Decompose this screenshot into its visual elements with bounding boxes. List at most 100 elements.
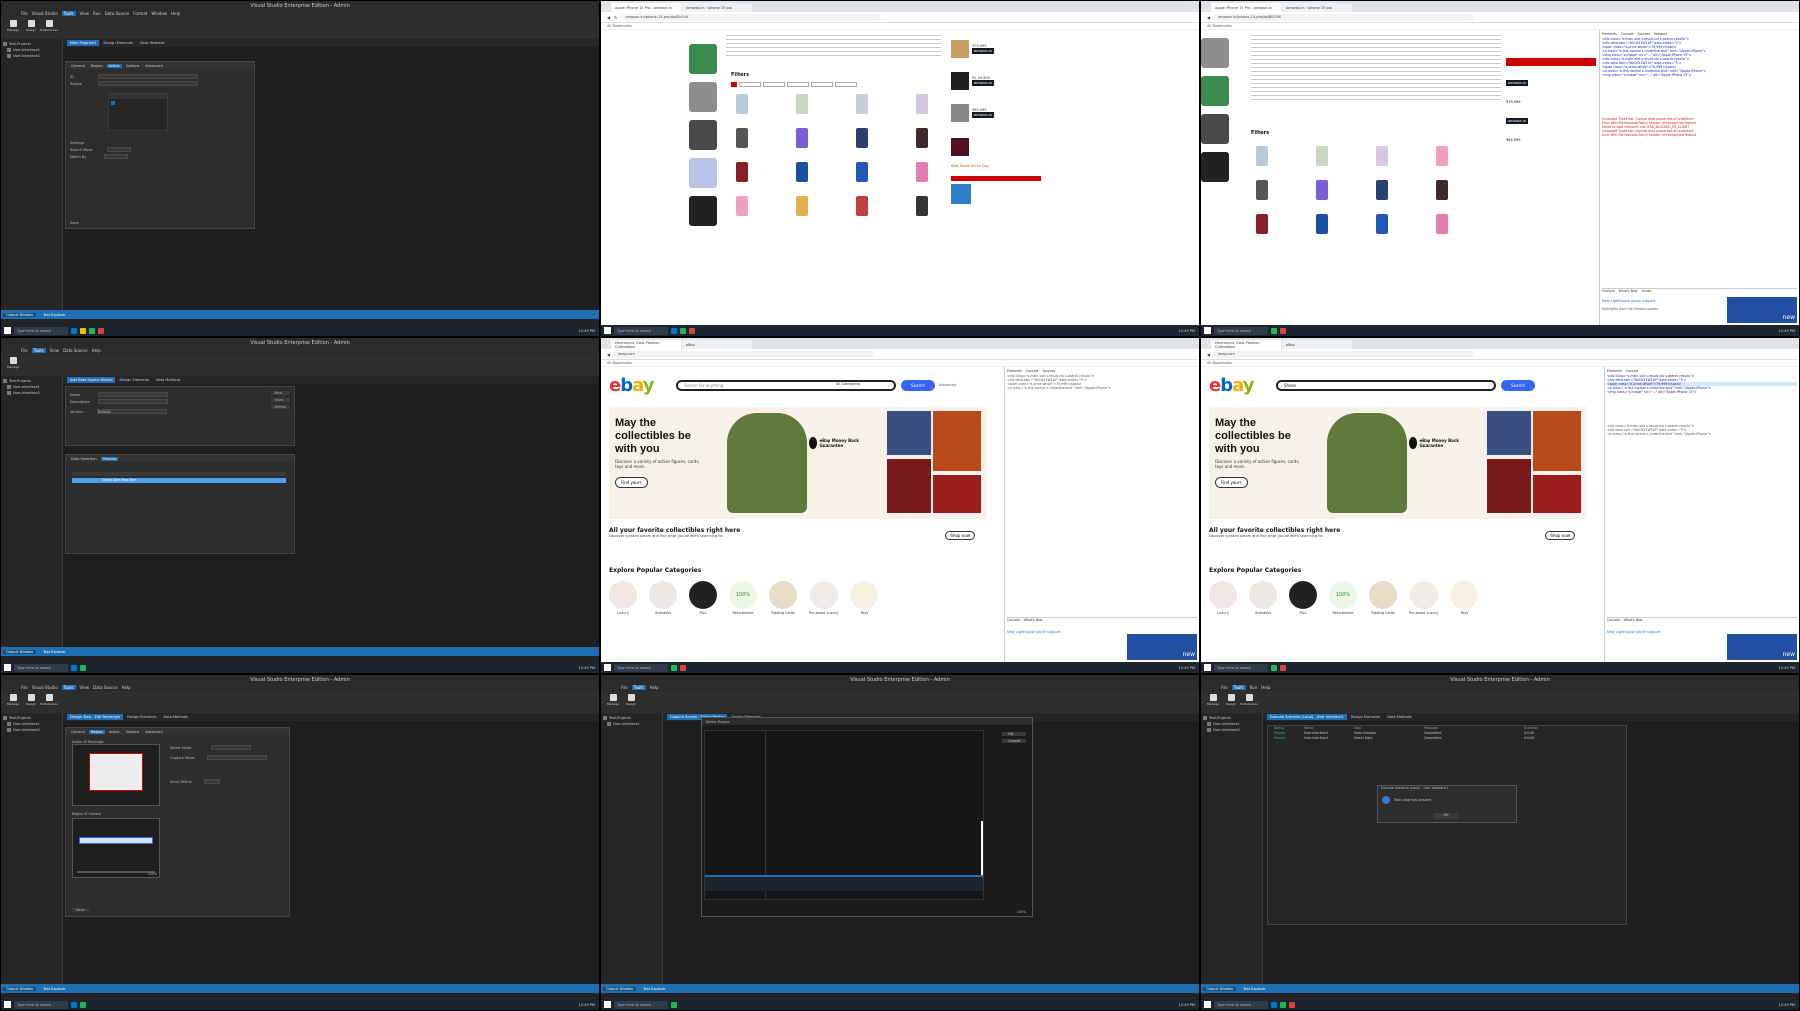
filter-chip[interactable] — [835, 82, 857, 87]
doc-tab[interactable]: Data Methods — [153, 377, 183, 383]
drawer-tab[interactable]: What's New — [1024, 618, 1043, 622]
tab-data-selection[interactable]: Data Selection — [69, 457, 99, 461]
taskbar-search[interactable]: Type here to search — [14, 326, 68, 335]
test-explorer-tab[interactable]: Test Explorer — [640, 987, 669, 991]
whats-new-title[interactable]: New Lighthouse panel support — [1602, 299, 1655, 303]
menu-visual-studio[interactable]: Visual Studio — [32, 11, 58, 16]
url-input[interactable]: ebay.com — [1214, 350, 1475, 358]
phone-image[interactable] — [736, 128, 748, 148]
chrome-icon[interactable] — [680, 664, 686, 671]
category-item[interactable]: Luxury — [1209, 581, 1237, 615]
output-tab[interactable]: Output Window — [3, 312, 37, 317]
taskbar-search[interactable]: Type here to search — [14, 1000, 68, 1009]
save-button[interactable]: Save — [72, 908, 89, 912]
taskbar-search[interactable]: Type here to search — [614, 1000, 668, 1009]
menu-view[interactable]: View — [80, 11, 90, 16]
menu-visual-studio[interactable]: Visual Studio — [32, 685, 58, 690]
manage-button[interactable]: Manage — [1207, 694, 1219, 708]
phone-image[interactable] — [1316, 180, 1328, 200]
save-button[interactable]: Save — [270, 398, 290, 402]
browser-tab[interactable]: Amazon.in : iphone 15 pro — [682, 3, 752, 12]
menu-help[interactable]: Help — [171, 11, 180, 16]
phone-image[interactable] — [796, 128, 808, 148]
doc-tab[interactable]: Execute Scenario (Local) - User Interfac… — [1267, 714, 1347, 720]
url-input[interactable]: amazon.in/iphone-15-pro/dp/B0CHX — [621, 13, 882, 21]
taskbar-search[interactable]: Type here to search — [14, 663, 68, 672]
phone-image[interactable] — [856, 94, 868, 114]
design-button[interactable]: Design — [25, 20, 37, 34]
doc-tab[interactable]: Data Methods — [137, 40, 167, 46]
phone-image[interactable] — [796, 162, 808, 182]
tab-advanced[interactable]: Advanced — [143, 64, 164, 68]
doc-tab[interactable]: Design Elements — [1348, 714, 1384, 720]
output-tab[interactable]: Output Window — [1203, 986, 1237, 991]
modal-ok-button[interactable]: OK — [1433, 813, 1459, 819]
selection-edge[interactable] — [981, 821, 983, 875]
menu-help[interactable]: Help — [650, 685, 659, 690]
phone-image[interactable] — [736, 196, 748, 216]
menu-data-source[interactable]: Data Source — [93, 685, 118, 690]
filter-chip[interactable] — [763, 82, 785, 87]
menu-file[interactable]: File — [1221, 685, 1228, 690]
filter-chip[interactable] — [731, 82, 737, 87]
tab-options[interactable]: Options — [124, 730, 142, 734]
doc-tab[interactable]: Design Elements — [100, 40, 136, 46]
windows-start-icon[interactable] — [604, 327, 611, 334]
menu-help[interactable]: Help — [122, 685, 131, 690]
edge-icon[interactable] — [71, 664, 77, 671]
design-button[interactable]: Design — [625, 694, 637, 708]
phone-image[interactable] — [1436, 180, 1448, 200]
category-item[interactable]: Trading Cards — [1369, 581, 1397, 615]
find-yours-button[interactable]: Find yours — [615, 477, 648, 488]
doc-tab[interactable]: Design Step - Edit Rectangle — [67, 714, 123, 720]
category-item[interactable]: Sneakers — [1249, 581, 1277, 615]
drawer-tab[interactable]: Console — [1602, 289, 1615, 293]
phone-image[interactable] — [916, 162, 928, 182]
spotify-icon[interactable] — [1271, 327, 1277, 334]
folder-icon[interactable] — [80, 327, 86, 334]
phone-image[interactable] — [916, 94, 928, 114]
search-input[interactable]: Shoes — [1276, 380, 1496, 391]
doc-tab[interactable]: Data Methods — [161, 714, 191, 720]
version-select[interactable]: Default — [96, 409, 167, 414]
test-explorer-tab[interactable]: Test Explorer — [40, 650, 69, 654]
tab-action[interactable]: Action — [107, 730, 122, 734]
chrome-icon[interactable] — [1280, 664, 1286, 671]
menu-run[interactable]: Run — [93, 11, 101, 16]
windows-start-icon[interactable] — [1204, 664, 1211, 671]
menu-help[interactable]: Help — [92, 348, 101, 353]
tree-item[interactable]: User-Interface1 — [603, 721, 660, 727]
ad-item[interactable]: ₹1,29,900 amazon.in — [951, 70, 1046, 92]
search-mode-select[interactable] — [106, 147, 131, 152]
taskbar-search[interactable]: Type here to search — [1214, 1000, 1268, 1009]
chrome-icon[interactable] — [1289, 1001, 1295, 1008]
phone-image[interactable] — [1256, 214, 1268, 234]
phone-image[interactable] — [916, 128, 928, 148]
windows-start-icon[interactable] — [1204, 327, 1211, 334]
search-button[interactable]: Search — [901, 380, 935, 391]
windows-start-icon[interactable] — [4, 1001, 11, 1008]
spotify-icon[interactable] — [80, 1001, 86, 1008]
url-input[interactable]: ebay.com — [614, 350, 875, 358]
menu-file[interactable]: File — [621, 685, 628, 690]
output-tab[interactable]: Output Window — [3, 649, 37, 654]
category-item[interactable]: 100% Refurbished — [729, 581, 757, 615]
name-input[interactable] — [98, 392, 169, 397]
spotify-icon[interactable] — [89, 327, 95, 334]
results-row[interactable]: Passed User-Interface1 Select Data Compl… — [1268, 736, 1626, 741]
product-thumbnail[interactable] — [1201, 114, 1229, 144]
menu-file[interactable]: File — [21, 348, 28, 353]
ad-item[interactable]: ₹64,999 amazon.in — [951, 102, 1046, 124]
category-item[interactable]: P&A — [689, 581, 717, 615]
back-icon[interactable]: ◀ — [607, 352, 610, 357]
doc-tab[interactable]: Add Data Source Wizard — [67, 377, 116, 383]
doc-tab[interactable]: Design Elements — [116, 377, 152, 383]
url-input[interactable]: amazon.in/iphone-15-pro/dp/B0CHX — [1214, 13, 1475, 21]
browser-tab[interactable]: Amazon.in : iphone 15 pro — [1282, 3, 1352, 12]
new-button[interactable]: New — [270, 391, 290, 395]
design-button[interactable]: Design — [1225, 694, 1237, 708]
advanced-link[interactable]: Advanced — [939, 383, 956, 387]
output-tab[interactable]: Output Window — [3, 986, 37, 991]
tab-action[interactable]: Action — [106, 63, 122, 68]
taskbar-search[interactable]: Type here to search — [1214, 326, 1268, 335]
